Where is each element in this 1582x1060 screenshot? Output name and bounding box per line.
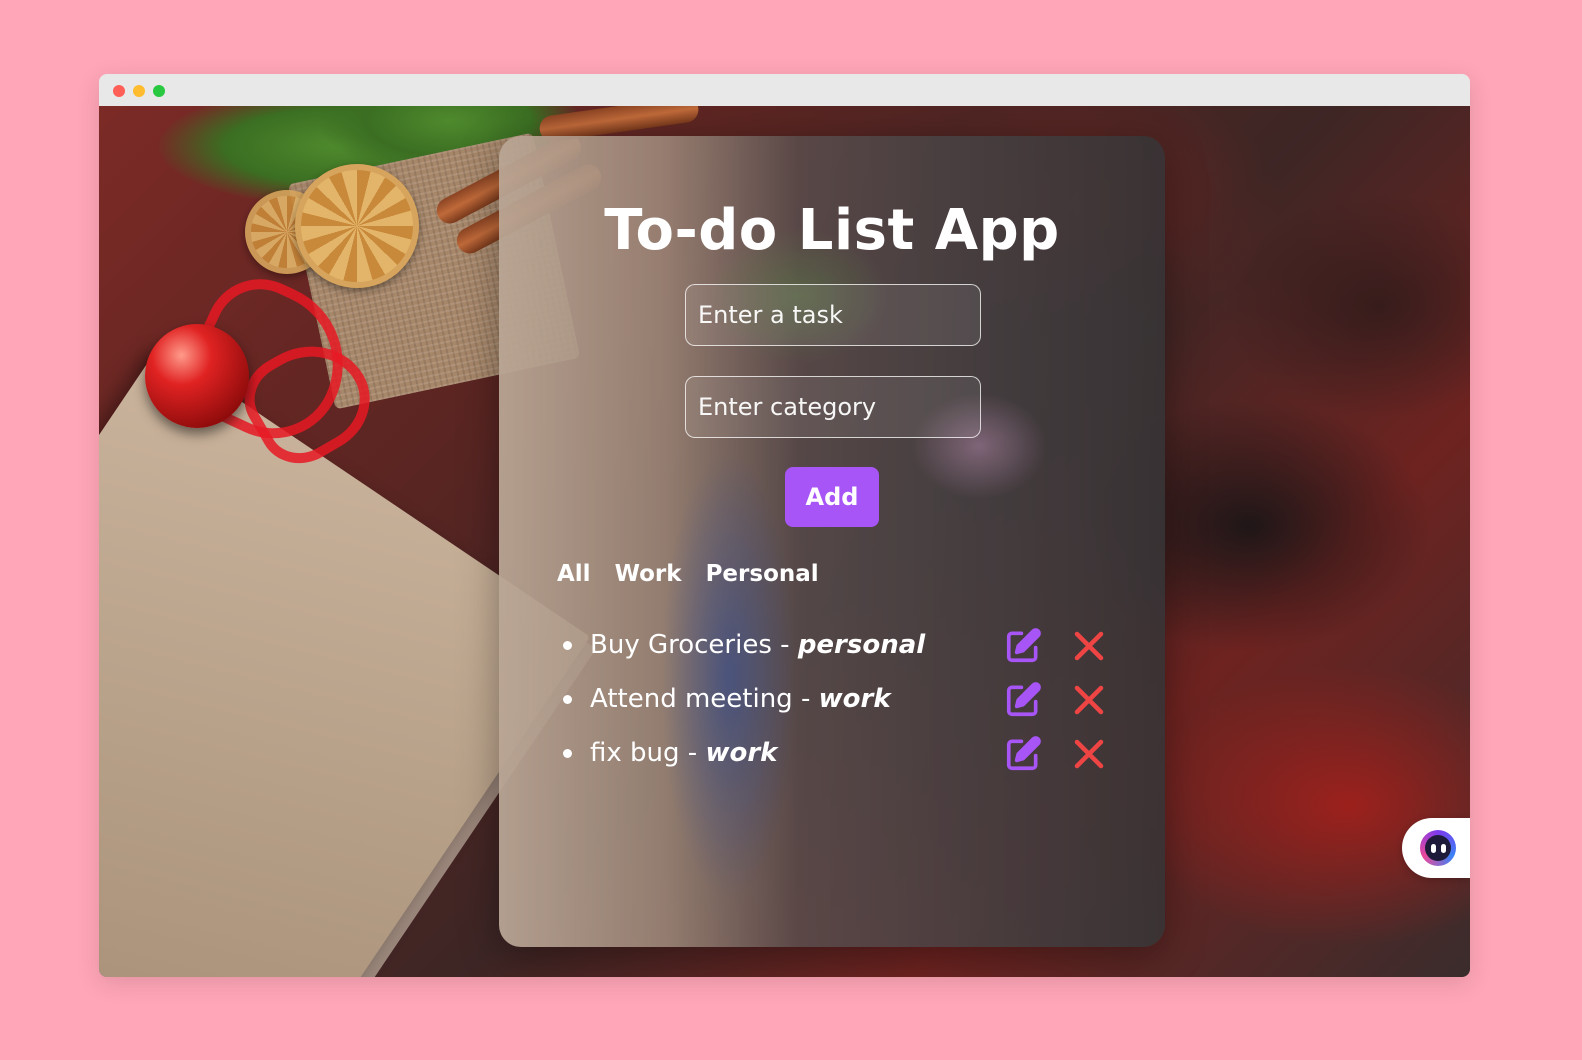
chat-eye	[1430, 843, 1436, 853]
add-button[interactable]: Add	[785, 467, 879, 527]
edit-task-button[interactable]	[1003, 680, 1043, 720]
ornament-ball-decoration	[145, 324, 249, 428]
task-text: Attend meeting - work	[590, 684, 891, 714]
task-name: Buy Groceries	[590, 630, 772, 660]
bullet-dot	[563, 694, 572, 704]
bullet-dot	[563, 640, 572, 650]
close-icon	[1074, 739, 1104, 769]
task-name: Attend meeting	[590, 684, 793, 714]
task-category: work	[818, 684, 891, 714]
maximize-window-dot[interactable]	[153, 85, 165, 97]
task-category: personal	[797, 630, 926, 660]
edit-icon	[1006, 682, 1041, 717]
minimize-window-dot[interactable]	[133, 85, 145, 97]
chat-assistant-icon	[1420, 830, 1456, 866]
browser-window: To-do List App Add All Work Personal Buy…	[99, 74, 1470, 977]
edit-icon	[1006, 736, 1041, 771]
filter-all[interactable]: All	[557, 561, 591, 587]
todo-card: To-do List App Add All Work Personal Buy…	[499, 136, 1165, 947]
app-title: To-do List App	[604, 198, 1060, 263]
chat-face-inner	[1425, 835, 1451, 861]
task-separator: -	[771, 630, 798, 660]
window-titlebar	[99, 74, 1470, 106]
edit-icon	[1006, 628, 1041, 663]
list-item: Buy Groceries - personal	[559, 618, 1119, 672]
chat-widget-button[interactable]	[1402, 818, 1470, 878]
dried-orange-decoration	[295, 164, 419, 288]
edit-task-button[interactable]	[1003, 626, 1043, 666]
close-icon	[1074, 631, 1104, 661]
chat-eye	[1440, 843, 1446, 853]
page-viewport: To-do List App Add All Work Personal Buy…	[99, 106, 1470, 977]
task-text: fix bug - work	[590, 738, 777, 768]
task-category: work	[705, 738, 778, 768]
delete-task-button[interactable]	[1069, 734, 1109, 774]
edit-task-button[interactable]	[1003, 734, 1043, 774]
close-window-dot[interactable]	[113, 85, 125, 97]
category-filters: All Work Personal	[557, 561, 819, 587]
task-input[interactable]	[685, 284, 981, 346]
task-text: Buy Groceries - personal	[590, 630, 925, 660]
delete-task-button[interactable]	[1069, 626, 1109, 666]
task-name: fix bug	[590, 738, 680, 768]
list-item: Attend meeting - work	[559, 672, 1119, 726]
delete-task-button[interactable]	[1069, 680, 1109, 720]
task-list: Buy Groceries - personal Attend meeting …	[559, 618, 1119, 780]
list-item: fix bug - work	[559, 726, 1119, 780]
filter-personal[interactable]: Personal	[706, 561, 819, 587]
category-input[interactable]	[685, 376, 981, 438]
bullet-dot	[563, 748, 572, 758]
task-separator: -	[679, 738, 706, 768]
filter-work[interactable]: Work	[615, 561, 682, 587]
close-icon	[1074, 685, 1104, 715]
task-separator: -	[792, 684, 819, 714]
